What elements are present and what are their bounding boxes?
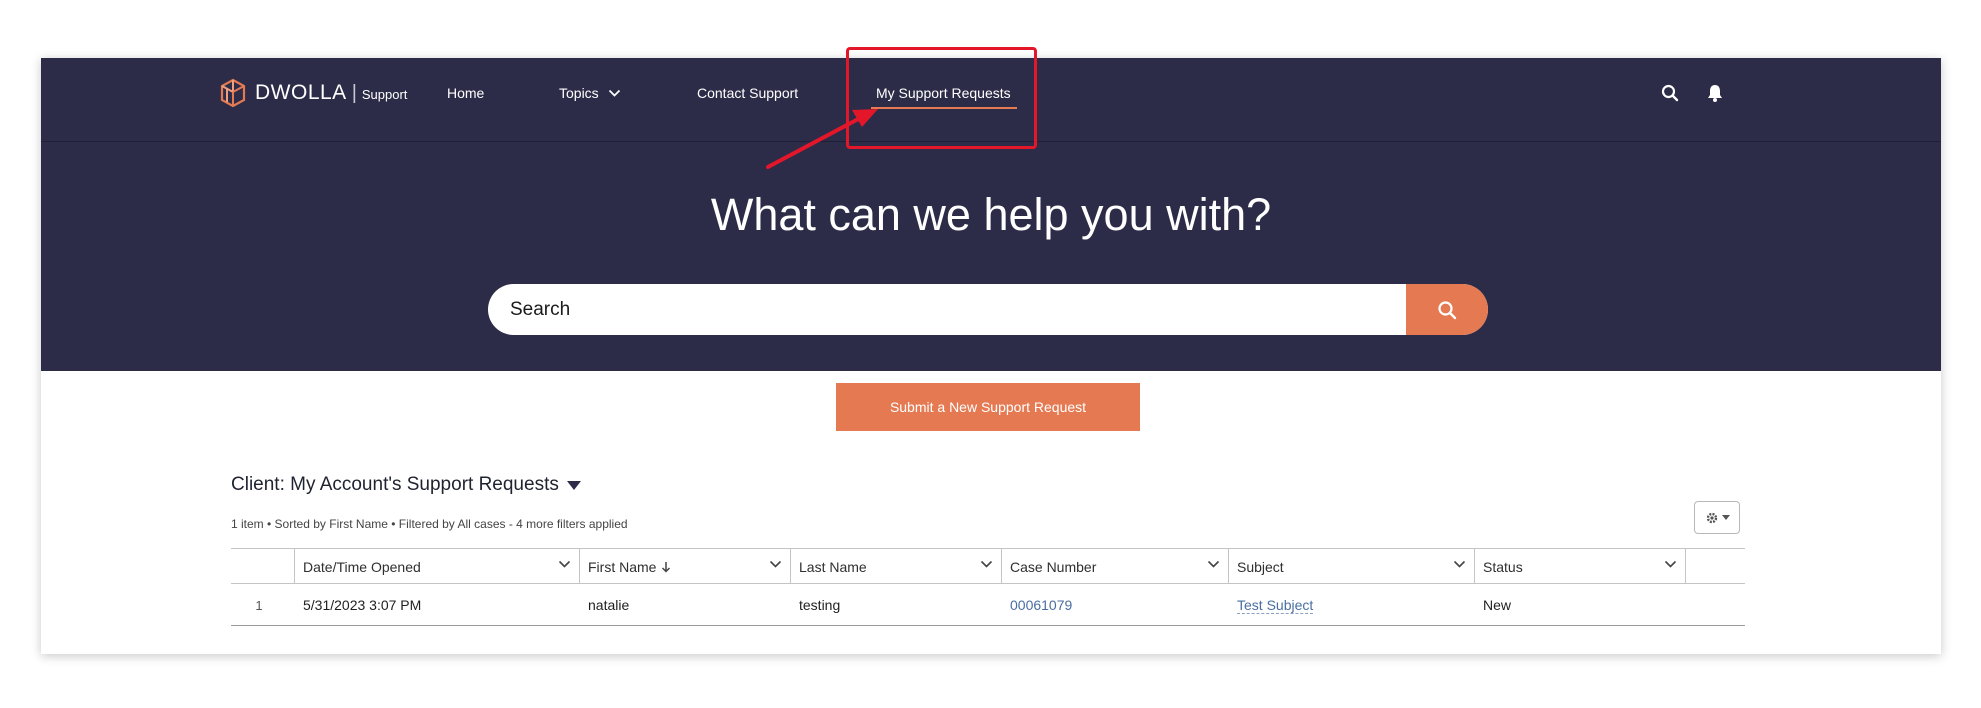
chevron-down-icon	[608, 89, 620, 97]
dwolla-logo-icon	[220, 78, 246, 108]
cell-case-number: 00061079	[1002, 584, 1229, 626]
table-row[interactable]: 1 5/31/2023 3:07 PM natalie testing 0006…	[231, 584, 1745, 626]
column-header-subject[interactable]: Subject	[1229, 549, 1475, 584]
table-header: Date/Time Opened First Name Last Name Ca…	[231, 548, 1745, 584]
row-number: 1	[255, 597, 263, 613]
submit-new-request-button[interactable]: Submit a New Support Request	[836, 383, 1140, 431]
highlight-box	[846, 47, 1037, 149]
list-view-title: Client: My Account's Support Requests	[231, 474, 559, 495]
logo-wordmark: DWOLLA	[255, 81, 347, 104]
list-settings-button[interactable]	[1694, 501, 1740, 534]
bell-icon	[1708, 85, 1722, 102]
caret-down-icon	[566, 480, 581, 490]
case-number-link[interactable]: 00061079	[1010, 597, 1072, 613]
caret-down-icon	[1721, 515, 1730, 520]
chevron-down-icon	[558, 560, 571, 568]
cell-first-name: natalie	[588, 597, 630, 613]
hero-search-input[interactable]	[488, 284, 1408, 335]
hero-banner: What can we help you with?	[41, 142, 1941, 371]
column-header-case-number[interactable]: Case Number	[1002, 549, 1229, 584]
nav-item-topics[interactable]: Topics	[559, 85, 621, 101]
chevron-down-icon	[1453, 560, 1466, 568]
sort-arrow-down-icon	[662, 561, 671, 573]
support-requests-table: Date/Time Opened First Name Last Name Ca…	[231, 548, 1745, 626]
column-label: Last Name	[799, 558, 867, 575]
nav-item-topics-label: Topics	[559, 85, 599, 101]
chevron-down-icon	[769, 560, 782, 568]
cell-last-name: testing	[799, 597, 841, 613]
header-search-button[interactable]	[1659, 82, 1681, 104]
logo-separator: |	[351, 81, 357, 104]
hero-title: What can we help you with?	[710, 189, 1272, 240]
gear-icon	[1706, 512, 1717, 523]
row-number-header	[231, 549, 295, 584]
nav-item-contact-support[interactable]: Contact Support	[697, 85, 798, 101]
list-view-meta: 1 item • Sorted by First Name • Filtered…	[231, 517, 628, 531]
hero-search-box	[488, 284, 1488, 335]
cell-status: New	[1483, 597, 1512, 613]
column-label: First Name	[588, 558, 657, 575]
column-header-date-opened[interactable]: Date/Time Opened	[295, 549, 580, 584]
search-icon	[1438, 300, 1457, 319]
hero-search-button[interactable]	[1406, 284, 1488, 335]
chevron-down-icon	[1664, 560, 1677, 568]
column-label: Subject	[1237, 558, 1284, 575]
column-header-status[interactable]: Status	[1475, 549, 1686, 584]
chevron-down-icon	[1207, 560, 1220, 568]
dwolla-logo[interactable]: DWOLLA | Support	[219, 77, 407, 109]
column-header-last-name[interactable]: Last Name	[791, 549, 1002, 584]
column-label: Case Number	[1010, 558, 1097, 575]
cell-date-opened: 5/31/2023 3:07 PM	[303, 597, 422, 613]
cell-subject: Test Subject	[1229, 584, 1475, 626]
column-label: Date/Time Opened	[303, 558, 421, 575]
logo-support-label: Support	[361, 86, 408, 102]
notifications-button[interactable]	[1704, 82, 1726, 104]
search-icon	[1661, 84, 1679, 102]
list-view-selector[interactable]: Client: My Account's Support Requests	[231, 474, 581, 496]
chevron-down-icon	[980, 560, 993, 568]
column-label: Status	[1483, 558, 1523, 575]
nav-item-home[interactable]: Home	[447, 85, 484, 101]
column-header-first-name[interactable]: First Name	[580, 549, 791, 584]
subject-link[interactable]: Test Subject	[1237, 597, 1314, 614]
